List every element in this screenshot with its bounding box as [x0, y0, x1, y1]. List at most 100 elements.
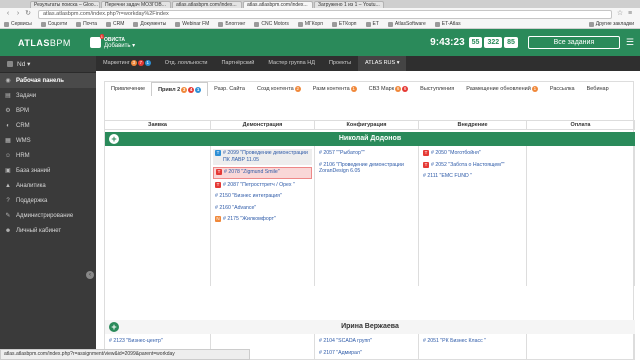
bookmark-item[interactable]: Блоггинг	[218, 21, 245, 27]
subnav-item[interactable]: ATLAS RUS ▾	[358, 56, 407, 71]
task-item[interactable]: N # 2175 "Жилкомфорт"	[213, 215, 312, 225]
task-link[interactable]: # 2052 "Забота о Настоящем""	[431, 162, 504, 169]
task-link[interactable]: # 2087 "Петросттретч / Opex "	[223, 182, 295, 189]
content-tab[interactable]: Созд контента 2	[251, 82, 307, 96]
task-link[interactable]: # 2107 "Адмирал"	[319, 350, 362, 357]
bookmark-item[interactable]: ET	[365, 21, 379, 27]
sidebar-item[interactable]: ☺ HRM	[0, 148, 96, 163]
browser-menu-icon[interactable]: ≡	[626, 10, 634, 18]
bookmark-item[interactable]: CNC Motors	[254, 21, 289, 27]
task-link[interactable]: # 2175 "Жилкомфорт"	[223, 216, 276, 223]
add-company-link[interactable]: Добавить ▾	[104, 43, 135, 49]
task-item[interactable]: # 2106 "Проведение демонстрации ZoranDes…	[317, 161, 416, 177]
subnav-item[interactable]: Отд. лояльности	[158, 56, 215, 71]
bookmark-item[interactable]: Webinar FM	[175, 21, 209, 27]
subnav-item[interactable]: Маркетинг 3 7 1	[96, 56, 158, 71]
subnav-item[interactable]: Проекты	[322, 56, 358, 71]
sidebar-item[interactable]: ☻ Личный кабинет	[0, 223, 96, 238]
bookmark-item[interactable]: ET-Atlas	[434, 21, 461, 27]
counter-2[interactable]: 322	[484, 37, 503, 48]
sidebar-item[interactable]: ⚙ BPM	[0, 103, 96, 118]
url-input[interactable]: atlas.atlasbpm.com/index.php?r=workday%2…	[38, 9, 612, 19]
task-link[interactable]: # 2150 "Бизнес интеграция"	[215, 193, 282, 200]
task-link[interactable]: # 2104 "SCADA групп"	[319, 338, 372, 345]
task-item[interactable]: # 2051 "РК Бизнес Класс "	[421, 337, 524, 347]
content-tab[interactable]: Разр. Сайта	[208, 82, 251, 96]
task-column	[527, 146, 635, 286]
bookmark-item[interactable]: Почта	[76, 21, 97, 27]
task-item[interactable]: # 2057 ""Рыбатор""	[317, 149, 416, 159]
bookmark-item[interactable]: ETКорп	[331, 21, 357, 27]
counter-1[interactable]: 55	[468, 37, 483, 48]
task-item[interactable]: T # 2099 "Проведение демонстрации ПК ЛАВР…	[213, 149, 312, 165]
reload-icon[interactable]: ↻	[24, 10, 32, 18]
task-link[interactable]: # 2106 "Проведение демонстрации ZoranDes…	[319, 162, 414, 175]
user-menu[interactable]: Nd ▾	[0, 56, 96, 73]
star-icon[interactable]: ☆	[616, 10, 624, 18]
all-tasks-button[interactable]: Все задания	[527, 36, 620, 49]
bookmark-item[interactable]: Документы	[133, 21, 166, 27]
content-tab[interactable]: Разм контента 1	[307, 82, 363, 96]
task-link[interactable]: # 2078 "Zigmund Smile"	[224, 169, 280, 176]
content-tab[interactable]: Вебинар	[581, 82, 615, 96]
sidebar-item[interactable]: ▦ WMS	[0, 133, 96, 148]
back-icon[interactable]: ‹	[4, 10, 12, 18]
add-task-button[interactable]: +	[109, 322, 119, 332]
task-item[interactable]: # 2123 "Бизнес-центр"	[107, 337, 208, 347]
bookmark-item[interactable]: Сервисы	[4, 21, 32, 27]
company-switcher[interactable]: 1 ОВИСТА Добавить ▾	[90, 34, 135, 49]
sidebar-item[interactable]: ▣ База знаний	[0, 163, 96, 178]
task-item[interactable]: T # 2050 "Моготбойня"	[421, 149, 524, 159]
forward-icon[interactable]: ›	[14, 10, 22, 18]
task-item[interactable]: # 2111 "EMC FUND "	[421, 172, 524, 182]
task-item[interactable]: T # 2052 "Забота о Настоящем""	[421, 161, 524, 171]
task-item[interactable]: T # 2078 "Zigmund Smile"	[213, 167, 312, 179]
counter-3[interactable]: 85	[504, 37, 518, 48]
sidebar: Nd ▾ ◉ Рабочая панель ▤ Задачи ⚙ BPM ◐ CRM ▦ WMS ☺…	[0, 56, 96, 360]
subnav-item[interactable]: Партнёрский	[214, 56, 261, 71]
task-link[interactable]: # 2111 "EMC FUND "	[423, 173, 472, 180]
task-item[interactable]: # 2104 "SCADA групп"	[317, 337, 416, 347]
task-item[interactable]: # 2150 "Бизнес интеграция"	[213, 192, 312, 202]
sidebar-item[interactable]: ◐ CRM	[0, 118, 96, 133]
logo[interactable]: ATLASBPM	[0, 38, 90, 48]
task-link[interactable]: # 2050 "Моготбойня"	[431, 150, 481, 157]
content-tab[interactable]: СВЗ Марк 6 6	[363, 82, 414, 96]
subnav-item[interactable]: Мастер группа НД	[261, 56, 322, 71]
column-header: Демонстрация	[211, 121, 315, 129]
task-item[interactable]: T # 2087 "Петросттретч / Opex "	[213, 181, 312, 191]
browser-tab[interactable]: Загружено 1 из 1 – Youtu...	[314, 1, 384, 8]
bookmark-item[interactable]: CRM	[106, 21, 124, 27]
browser-tab[interactable]: Результаты поиска – Gloo...	[30, 1, 100, 8]
sidebar-item[interactable]: ? Поддержка	[0, 193, 96, 208]
add-task-button[interactable]: +	[109, 134, 119, 144]
content-tab[interactable]: Рассылка	[544, 82, 581, 96]
subnav-label: Проекты	[328, 60, 352, 66]
content-tab[interactable]: Привл 2341	[151, 82, 209, 96]
content-tab[interactable]: Выступления	[414, 82, 460, 96]
other-bookmarks[interactable]: Другие закладки	[588, 21, 634, 27]
bookmark-item[interactable]: Соцсети	[40, 21, 67, 27]
task-link[interactable]: # 2123 "Бизнес-центр"	[109, 338, 163, 345]
browser-tab[interactable]: Перечни задач МОЗГОВ...	[101, 1, 171, 8]
task-link[interactable]: # 2051 "РК Бизнес Класс "	[423, 338, 486, 345]
bookmark-item[interactable]: AtlasSoftware	[387, 21, 426, 27]
task-link[interactable]: # 2057 ""Рыбатор""	[319, 150, 365, 157]
sidebar-item[interactable]: ✎ Администрирование	[0, 208, 96, 223]
tab-label: Выступления	[420, 86, 455, 92]
menu-icon[interactable]: ☰	[626, 37, 634, 48]
browser-tab[interactable]: atlas.atlasbpm.com/index...	[172, 1, 242, 8]
task-link[interactable]: # 2160 "Advance"	[215, 205, 256, 212]
task-item[interactable]: # 2107 "Адмирал"	[317, 349, 416, 359]
task-type-icon: N	[215, 216, 221, 222]
bookmark-item[interactable]: МГКорп	[297, 21, 323, 27]
sidebar-item[interactable]: ▤ Задачи	[0, 88, 96, 103]
browser-tab[interactable]: atlas.atlasbpm.com/index...	[243, 1, 313, 8]
sidebar-item[interactable]: ▲ Аналитика	[0, 178, 96, 193]
content-tab[interactable]: Привлечение	[105, 82, 151, 96]
task-item[interactable]: # 2160 "Advance"	[213, 204, 312, 214]
task-link[interactable]: # 2099 "Проведение демонстрации ПК ЛАВР …	[223, 150, 310, 163]
sidebar-item[interactable]: ◉ Рабочая панель	[0, 73, 96, 88]
collapse-sidebar-icon[interactable]: ‹	[86, 271, 94, 279]
content-tab[interactable]: Размещение обновлений 1	[460, 82, 544, 96]
